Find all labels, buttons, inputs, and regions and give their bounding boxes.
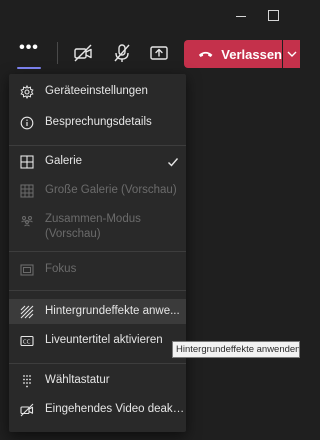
background-effects-icon [20,305,34,319]
together-mode-icon [21,216,33,227]
share-screen-icon[interactable] [148,42,170,64]
focus-icon [20,264,34,276]
menu-item-large-gallery: Große Galerie (Vorschau) [9,183,186,203]
menu-item-dialpad[interactable]: Wähltastatur [9,373,186,393]
leave-button-label: Verlassen [221,46,282,62]
leave-options-button[interactable] [283,40,300,68]
menu-divider [9,363,186,364]
more-icon: ••• [19,39,39,56]
menu-item-device-settings[interactable]: Geräteeinstellungen [9,84,186,104]
phone-hangup-icon [198,51,213,57]
menu-item-label: Wähltastatur [45,374,110,386]
menu-item-label: Besprechungsdetails [45,116,152,128]
menu-item-label: Eingehendes Video deakt... [45,403,185,415]
menu-item-label: Zusammen-Modus (Vorschau) [45,213,141,240]
toolbar-divider [57,42,58,64]
menu-divider [9,290,186,291]
leave-button[interactable]: Verlassen [184,40,282,68]
info-icon [20,116,34,130]
large-gallery-icon [20,184,34,198]
menu-item-meeting-details[interactable]: Besprechungsdetails [9,115,186,135]
title-bar [0,0,300,32]
video-off-icon [20,403,34,417]
menu-item-background-effects[interactable]: Hintergrundeffekte anwe... [9,299,186,324]
gear-icon [20,85,34,99]
menu-item-incoming-video-off[interactable]: Eingehendes Video deakt... [9,402,186,422]
menu-item-live-captions[interactable]: CC Liveuntertitel aktivieren [9,333,186,353]
chevron-down-icon [287,51,296,57]
menu-item-gallery[interactable]: Galerie [9,154,186,174]
menu-divider [9,251,186,252]
tooltip: Hintergrundeffekte anwenden [172,341,300,358]
menu-item-label: Geräteeinstellungen [45,85,148,97]
camera-off-icon[interactable] [72,42,94,64]
dialpad-icon [23,375,31,388]
menu-item-label: Hintergrundeffekte anwe... [45,305,180,317]
gallery-icon [20,155,34,169]
svg-text:CC: CC [23,340,31,346]
active-indicator [17,67,41,69]
menu-divider [9,145,186,146]
menu-item-label: Galerie [45,155,83,167]
menu-item-label: Große Galerie (Vorschau) [45,184,177,196]
maximize-icon[interactable] [268,10,279,21]
more-actions-menu: Geräteeinstellungen Besprechungsdetails … [9,74,186,432]
menu-item-together-mode: Zusammen-Modus (Vorschau) [9,212,186,244]
menu-item-label: Liveuntertitel aktivieren [45,334,163,346]
checkmark-icon [168,158,179,167]
captions-icon: CC [20,335,34,347]
minimize-icon[interactable] [236,16,246,17]
menu-item-focus: Fokus [9,262,186,282]
mic-off-icon[interactable] [111,42,133,64]
more-actions-button[interactable]: ••• [12,36,46,66]
menu-item-label: Fokus [45,263,77,275]
